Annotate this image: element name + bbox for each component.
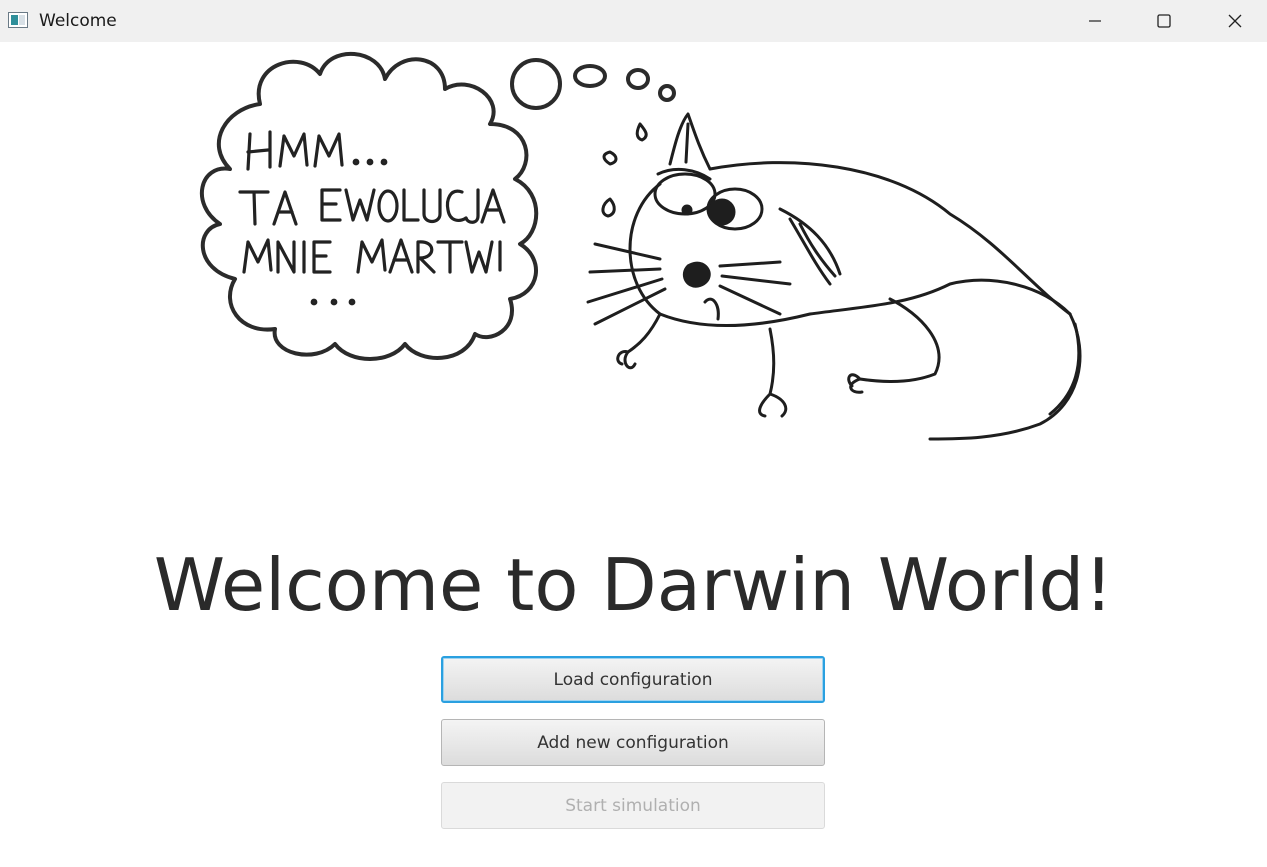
maximize-icon bbox=[1157, 14, 1171, 28]
thought-bubble-text bbox=[238, 130, 506, 306]
load-configuration-button[interactable]: Load configuration bbox=[441, 656, 825, 703]
close-icon bbox=[1228, 14, 1242, 28]
minimize-icon bbox=[1089, 20, 1101, 22]
add-new-configuration-button[interactable]: Add new configuration bbox=[441, 719, 825, 766]
close-button[interactable] bbox=[1200, 0, 1267, 42]
welcome-heading: Welcome to Darwin World! bbox=[153, 543, 1114, 627]
worried-rat-illustration bbox=[200, 51, 1082, 441]
maximize-button[interactable] bbox=[1129, 0, 1199, 42]
rat-drawing bbox=[586, 112, 1082, 441]
minimize-button[interactable] bbox=[1060, 0, 1130, 42]
app-window-icon bbox=[8, 12, 28, 28]
window-titlebar[interactable]: Welcome bbox=[0, 0, 1267, 42]
window-title: Welcome bbox=[39, 11, 117, 31]
start-simulation-button[interactable]: Start simulation bbox=[441, 782, 825, 829]
